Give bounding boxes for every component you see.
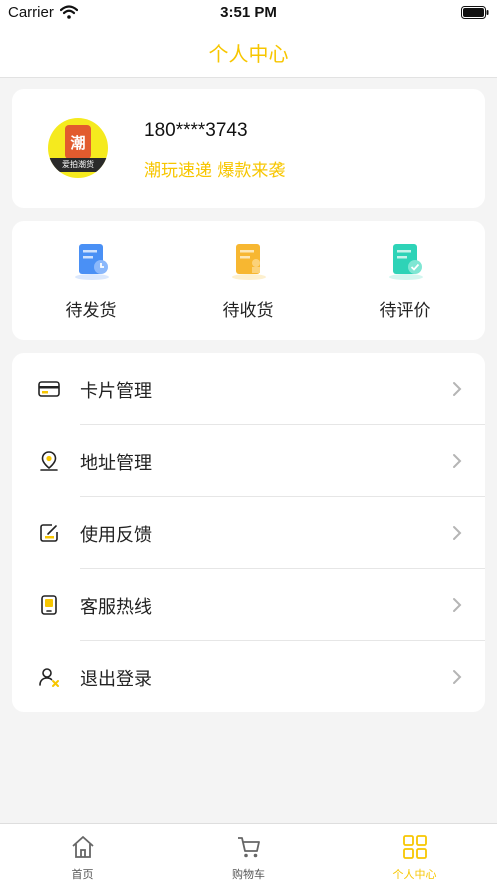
menu-item-logout[interactable]: 退出登录 (12, 641, 485, 713)
pending-review-icon (389, 244, 423, 280)
avatar[interactable]: 潮 爱拍潮货 (48, 118, 108, 178)
feedback-icon (40, 524, 58, 542)
tab-home[interactable]: 首页 (0, 824, 165, 883)
status-time: 3:51 PM (220, 4, 277, 21)
avatar-caption: 爱拍潮货 (48, 158, 108, 172)
card-icon (38, 381, 60, 397)
order-label: 待发货 (65, 301, 117, 321)
status-bar: Carrier 3:51 PM (0, 0, 497, 26)
chevron-right-icon (453, 598, 462, 612)
menu-item-label: 退出登录 (80, 669, 152, 690)
cart-icon (238, 837, 260, 858)
menu-item-label: 客服热线 (80, 597, 152, 618)
pending-shipment-icon (75, 244, 109, 280)
tab-profile[interactable]: 个人中心 (332, 824, 497, 883)
profile-card[interactable]: 潮 爱拍潮货 180****3743 潮玩速递 爆款来袭 (12, 89, 485, 208)
order-pending-shipment[interactable]: 待发货 (12, 221, 170, 340)
menu-item-hotline[interactable]: 客服热线 (12, 569, 485, 641)
order-label: 待收货 (222, 301, 274, 321)
chevron-right-icon (453, 454, 462, 468)
menu-item-address-management[interactable]: 地址管理 (12, 425, 485, 497)
menu-item-label: 卡片管理 (80, 381, 152, 402)
chevron-right-icon (453, 670, 462, 684)
profile-slogan: 潮玩速递 爆款来袭 (144, 161, 286, 181)
pending-receipt-icon (232, 244, 266, 280)
menu-item-label: 使用反馈 (80, 525, 152, 546)
order-label: 待评价 (379, 301, 431, 321)
avatar-logo: 潮 (65, 125, 91, 159)
menu-item-feedback[interactable]: 使用反馈 (12, 497, 485, 569)
logout-icon (39, 668, 59, 687)
chevron-right-icon (453, 526, 462, 540)
grid-icon (403, 835, 427, 859)
hotline-icon (41, 595, 57, 615)
tab-label: 购物车 (232, 868, 265, 881)
tab-cart[interactable]: 购物车 (166, 824, 331, 883)
page-title: 个人中心 (208, 42, 289, 66)
menu-item-card-management[interactable]: 卡片管理 (12, 353, 485, 425)
user-phone: 180****3743 (144, 120, 248, 141)
menu-card: 卡片管理 地址管理 使用反馈 客服热线 退出登录 (12, 353, 485, 712)
orders-card: 待发货 待收货 待评价 (12, 221, 485, 340)
location-icon (40, 451, 58, 471)
menu-item-label: 地址管理 (80, 453, 152, 474)
tab-label: 首页 (71, 868, 94, 881)
order-pending-review[interactable]: 待评价 (326, 221, 484, 340)
chevron-right-icon (453, 382, 462, 396)
nav-bar: 个人中心 (0, 26, 497, 78)
tab-label: 个人中心 (392, 868, 437, 881)
battery-icon (461, 6, 489, 19)
order-pending-receipt[interactable]: 待收货 (169, 221, 327, 340)
home-icon (72, 836, 94, 858)
tab-bar: 首页 购物车 个人中心 (0, 823, 497, 883)
